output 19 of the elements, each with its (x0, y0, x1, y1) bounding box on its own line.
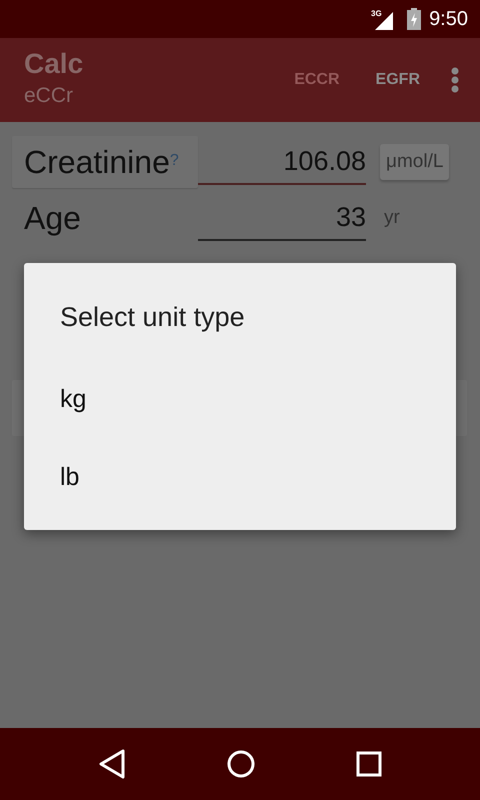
tab[interactable]: ECCR (280, 60, 354, 100)
home-icon[interactable] (226, 750, 255, 778)
unit-button[interactable]: μmol/L (380, 144, 450, 180)
dialog-title: Select unit type (60, 301, 246, 334)
dialog-option[interactable]: lb (60, 438, 420, 516)
input-field[interactable]: 106.08 (198, 138, 366, 186)
field-label: Age (23, 199, 82, 238)
unit-label: yr (384, 206, 400, 230)
app-title: Calc (24, 48, 84, 80)
more-options-icon[interactable] (450, 67, 460, 93)
app-subtitle: eCCr (24, 82, 74, 109)
dialog-option[interactable]: kg (60, 360, 420, 438)
tab[interactable]: EGFR (362, 60, 434, 100)
recents-icon[interactable] (356, 751, 382, 777)
input-field[interactable]: 33 (198, 194, 366, 242)
back-icon[interactable] (98, 749, 126, 779)
field-label[interactable]: Creatinine$^{?}$ (12, 136, 198, 188)
clock-time: 9:50 (429, 7, 468, 32)
battery-icon (407, 8, 422, 30)
